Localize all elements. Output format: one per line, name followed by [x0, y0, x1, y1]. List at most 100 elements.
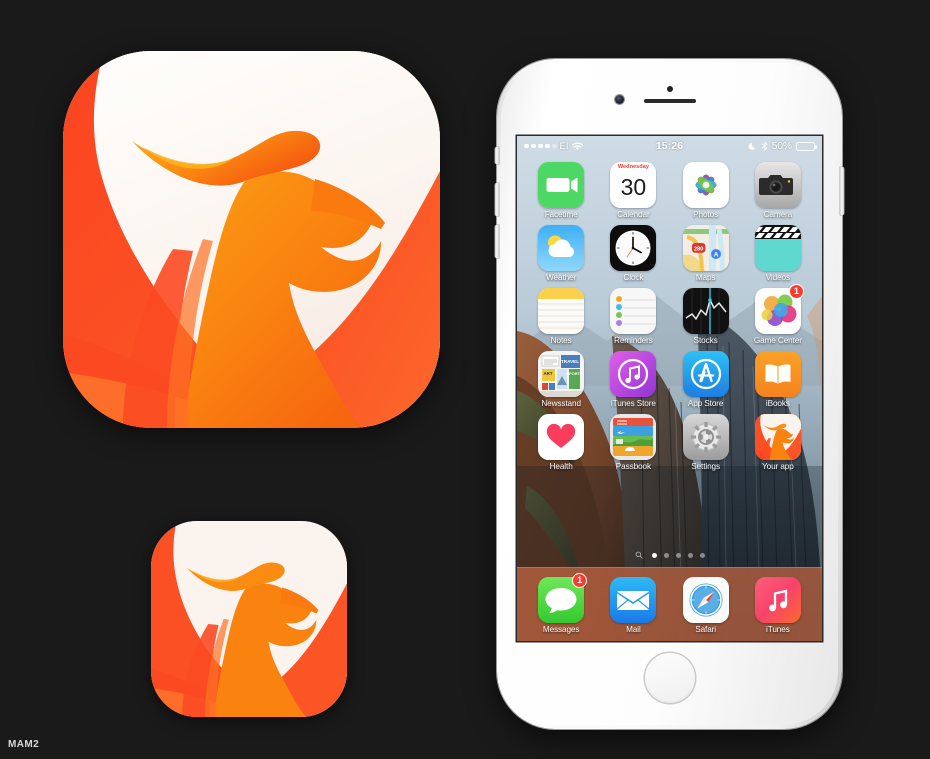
mute-switch[interactable] — [495, 147, 499, 164]
phoenix-logo-graphic — [63, 51, 440, 428]
app-label: Health — [549, 462, 573, 471]
phone-screen[interactable]: EI 15:26 50% Facetime Wednesday 30 Calen… — [517, 136, 822, 641]
notes-icon[interactable] — [538, 288, 585, 334]
phoenix-logo-graphic-small — [151, 521, 347, 717]
app-label: Weather — [546, 273, 577, 282]
app-ibooks[interactable]: iBooks — [742, 351, 814, 408]
calendar-day: 30 — [620, 174, 647, 201]
app-health[interactable]: Health — [525, 414, 597, 471]
ibooks-icon[interactable] — [754, 351, 801, 397]
app-weather[interactable]: Weather — [525, 225, 597, 282]
badge-count: 1 — [788, 284, 804, 299]
app-label: Videos — [765, 273, 791, 282]
facetime-icon[interactable] — [538, 162, 585, 208]
app-label: Reminders — [614, 336, 653, 345]
itunes-store-icon[interactable] — [610, 351, 657, 397]
calendar-icon[interactable]: Wednesday 30 — [610, 162, 657, 208]
app-label: Passbook — [615, 462, 651, 471]
app-app-store[interactable]: App Store — [670, 351, 742, 408]
page-indicator — [517, 551, 822, 559]
dock: 1 Messages Mail Safari iTunes — [517, 567, 822, 641]
app-label: Facetime — [544, 210, 578, 219]
app-videos[interactable]: Videos — [742, 225, 814, 282]
dock-app-mail[interactable]: Mail — [610, 577, 657, 634]
passbook-icon[interactable] — [610, 414, 657, 460]
maps-route-number: 280 — [694, 246, 703, 252]
svg-text:SPORTS: SPORTS — [566, 371, 583, 376]
app-clock[interactable]: Clock — [597, 225, 669, 282]
page-dot-1[interactable] — [651, 552, 657, 558]
app-store-icon[interactable] — [682, 351, 729, 397]
badge-count: 1 — [572, 573, 588, 588]
app-maps[interactable]: 280 A Maps — [670, 225, 742, 282]
app-photos[interactable]: Photos — [670, 162, 742, 219]
settings-icon[interactable] — [682, 414, 729, 460]
wifi-icon — [571, 141, 583, 150]
app-reminders[interactable]: Reminders — [597, 288, 669, 345]
app-notes[interactable]: Notes — [525, 288, 597, 345]
app-passbook[interactable]: Passbook — [597, 414, 669, 471]
page-dot-2[interactable] — [663, 552, 669, 558]
weather-icon[interactable] — [538, 225, 585, 271]
reminders-icon[interactable] — [610, 288, 657, 334]
dock-app-messages[interactable]: 1 Messages — [538, 573, 588, 634]
app-label: Calendar — [617, 210, 650, 219]
app-label: Clock — [623, 273, 644, 282]
dock-app-safari[interactable]: Safari — [682, 577, 729, 634]
app-settings[interactable]: Settings — [670, 414, 742, 471]
app-newsstand[interactable]: TRAVEL ART SPORTS Newsstand — [525, 351, 597, 408]
bluetooth-icon — [761, 141, 767, 151]
newsstand-icon[interactable]: TRAVEL ART SPORTS — [538, 351, 585, 397]
app-facetime[interactable]: Facetime — [525, 162, 597, 219]
app-stocks[interactable]: Stocks — [670, 288, 742, 345]
search-icon[interactable] — [635, 551, 643, 559]
app-grid: Facetime Wednesday 30 Calendar Photos Ca… — [517, 158, 822, 471]
volume-down-button[interactable] — [495, 225, 499, 258]
carrier-name: EI — [559, 140, 569, 152]
stocks-icon[interactable] — [682, 288, 729, 334]
app-label: Camera — [763, 210, 793, 219]
dock-app-itunes[interactable]: iTunes — [754, 577, 801, 634]
app-label: iTunes Store — [610, 399, 656, 408]
app-label: Mail — [626, 625, 641, 634]
app-your-app[interactable]: Your app — [742, 414, 814, 471]
battery-percent-label: 50% — [771, 140, 793, 152]
app-itunes-store[interactable]: iTunes Store — [597, 351, 669, 408]
page-dot-4[interactable] — [687, 552, 693, 558]
app-label: iTunes — [766, 625, 790, 634]
page-dot-5[interactable] — [699, 552, 705, 558]
app-label: Settings — [691, 462, 721, 471]
app-calendar[interactable]: Wednesday 30 Calendar — [597, 162, 669, 219]
app-label: Notes — [550, 336, 572, 345]
earpiece-speaker — [643, 99, 696, 103]
status-bar: EI 15:26 50% — [517, 136, 822, 156]
status-bar-time: 15:26 — [655, 140, 684, 152]
camera-icon[interactable] — [754, 162, 801, 208]
safari-icon[interactable] — [682, 577, 729, 623]
page-dot-3[interactable] — [675, 552, 681, 558]
power-button[interactable] — [840, 167, 844, 215]
front-camera-icon — [615, 95, 624, 104]
app-game-center[interactable]: 1 Game Center — [742, 284, 814, 345]
app-label: Photos — [693, 210, 719, 219]
phoenix-app-icon[interactable] — [754, 414, 801, 460]
app-label: Maps — [695, 273, 716, 282]
app-label: Game Center — [753, 336, 802, 345]
app-camera[interactable]: Camera — [742, 162, 814, 219]
mail-icon[interactable] — [610, 577, 657, 623]
maps-icon[interactable]: 280 A — [682, 225, 729, 271]
volume-up-button[interactable] — [495, 183, 499, 216]
photos-icon[interactable] — [682, 162, 729, 208]
videos-icon[interactable] — [754, 225, 801, 271]
iphone-device: EI 15:26 50% Facetime Wednesday 30 Calen… — [495, 59, 844, 729]
app-label: Stocks — [693, 336, 718, 345]
clock-icon[interactable] — [610, 225, 657, 271]
battery-icon — [796, 141, 818, 151]
home-button[interactable] — [644, 653, 695, 703]
app-label: App Store — [687, 399, 724, 408]
itunes-icon[interactable] — [754, 577, 801, 623]
proximity-sensor-icon — [666, 86, 673, 92]
small-app-icon-phoenix — [151, 521, 347, 717]
health-icon[interactable] — [538, 414, 585, 460]
app-label: Newsstand — [541, 399, 581, 408]
